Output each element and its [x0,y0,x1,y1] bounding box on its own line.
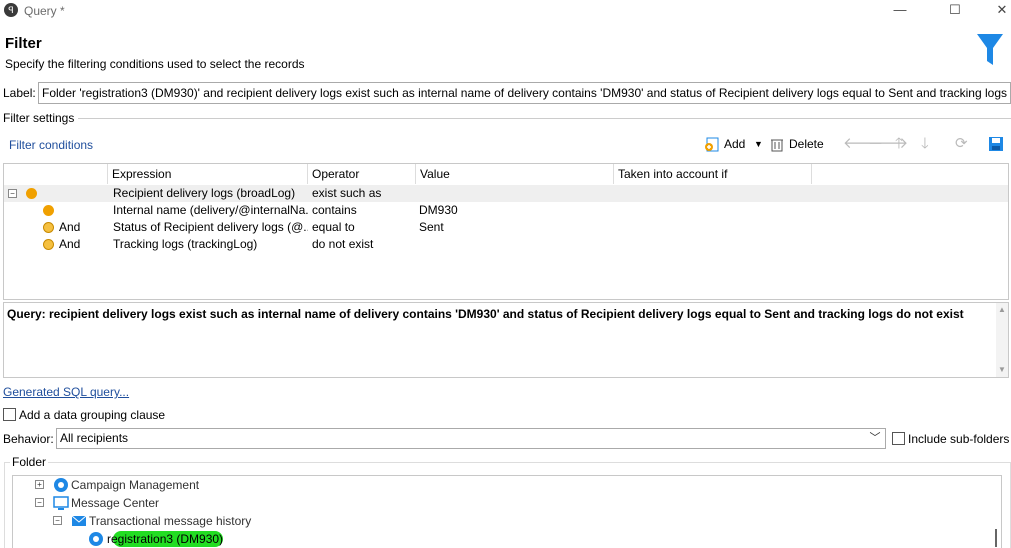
tree-node-campaign[interactable]: Campaign Management [71,476,199,494]
collapse-icon[interactable]: − [35,498,44,507]
grouping-label: Add a data grouping clause [19,408,166,422]
tree-node-transactional-history[interactable]: Transactional message history [89,512,251,530]
condition-row[interactable]: And Tracking logs (trackingLog) do not e… [4,236,1008,253]
maximize-button[interactable]: ☐ [933,0,977,22]
save-icon[interactable] [988,136,1004,152]
row-expression: Recipient delivery logs (broadLog) [113,186,296,200]
condition-row[interactable]: Internal name (delivery/@internalNa... c… [4,202,1008,219]
envelope-icon [71,515,87,526]
delete-button[interactable]: Delete [789,133,824,155]
page-title: Filter [5,35,42,52]
refresh-icon[interactable]: ⟳ [955,133,968,155]
row-prefix: And [59,220,81,234]
and-condition-icon [43,222,54,233]
message-center-icon [53,496,69,510]
row-expression: Status of Recipient delivery logs (@... [113,220,308,234]
collapse-icon[interactable]: − [8,189,17,198]
funnel-icon [977,34,1003,65]
row-value: DM930 [419,203,458,217]
tree-node-message-center[interactable]: Message Center [71,494,159,512]
filter-header: Filter Specify the filtering conditions … [0,28,1011,78]
condition-icon [43,205,54,216]
app-icon: ꟼ [4,3,18,17]
conditions-grid: Expression Operator Value Taken into acc… [3,163,1009,300]
label-field[interactable]: Folder 'registration3 (DM930)' and recip… [38,82,1011,104]
column-value[interactable]: Value [416,164,614,184]
add-button[interactable]: Add [724,133,745,155]
row-operator: equal to [312,220,355,234]
title-bar: ꟼ Query * — ☐ ✕ [0,0,1011,22]
move-up-icon[interactable]: 🡑 [895,133,903,155]
expand-icon[interactable]: + [35,480,44,489]
column-taken-into-account[interactable]: Taken into account if [614,164,812,184]
subfolders-label: Include sub-folders [908,432,1010,446]
label-caption: Label: [3,86,36,100]
row-expression: Tracking logs (trackingLog) [113,237,258,251]
condition-row[interactable]: − Recipient delivery logs (broadLog) exi… [4,185,1008,202]
row-operator: do not exist [312,237,374,251]
group-condition-icon [26,188,37,199]
folder-caption: Folder [10,455,49,469]
chevron-down-icon[interactable]: ﹀ [866,429,884,448]
add-dropdown-icon[interactable]: ▼ [754,133,763,155]
column-tree [4,164,108,184]
minimize-button[interactable]: — [878,0,922,22]
window-title: Query * [24,4,65,18]
and-condition-icon [43,239,54,250]
row-operator: exist such as [312,186,382,200]
column-expression[interactable]: Expression [108,164,308,184]
trash-icon [771,139,783,152]
grouping-checkbox[interactable] [3,408,16,421]
row-expression: Internal name (delivery/@internalNa... [113,203,308,217]
tree-node-registration3[interactable]: registration3 (DM930) [107,530,223,548]
row-prefix: And [59,237,81,251]
query-scrollbar[interactable]: ▲ ▼ [996,303,1008,377]
conditions-toolbar: Add ▼ Delete 🡐 🡒 🡑 🡓 ⟳ [700,133,1011,157]
subfolders-checkbox[interactable] [892,432,905,445]
row-operator: contains [312,203,357,217]
folder-node-icon [89,532,103,546]
page-subtitle: Specify the filtering conditions used to… [5,57,305,71]
tree-scroll-thumb[interactable] [995,529,997,547]
behavior-select[interactable]: All recipients [56,428,886,449]
column-operator[interactable]: Operator [308,164,416,184]
add-condition-icon [705,137,719,152]
condition-row[interactable]: And Status of Recipient delivery logs (@… [4,219,1008,236]
scroll-up-icon[interactable]: ▲ [998,305,1006,314]
scroll-down-icon[interactable]: ▼ [998,365,1006,374]
folder-tree: + Campaign Management − Message Center −… [12,475,1002,548]
generated-sql-link[interactable]: Generated SQL query... [3,385,129,399]
tab-filter-conditions[interactable]: Filter conditions [9,138,93,152]
move-down-icon[interactable]: 🡓 [921,133,929,155]
behavior-caption: Behavior: [3,432,54,446]
row-value: Sent [419,220,444,234]
collapse-icon[interactable]: − [53,516,62,525]
tree-scrollbar[interactable] [992,477,1000,547]
query-summary: Query: recipient delivery logs exist suc… [3,302,1009,378]
section-divider [78,118,1011,119]
close-button[interactable]: ✕ [980,0,1011,22]
campaign-icon [54,478,68,492]
filter-settings-caption: Filter settings [3,111,75,125]
